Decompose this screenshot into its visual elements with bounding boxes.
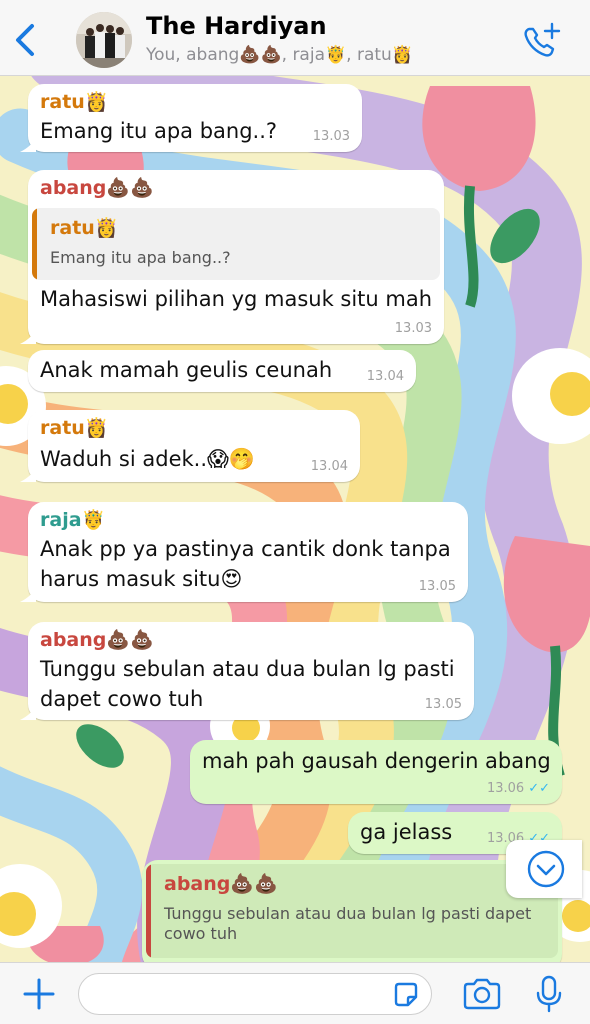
group-avatar[interactable]	[76, 12, 132, 68]
quoted-sender: ratu👸	[50, 217, 119, 239]
message-bubble[interactable]: Anak mamah geulis ceunah 13.04	[28, 350, 416, 392]
message-time: 13.04	[310, 459, 348, 474]
plus-icon[interactable]	[22, 977, 56, 1011]
message-sender[interactable]: raja🤴	[40, 508, 105, 531]
message-text: Tunggu sebulan atau dua bulan lg pasti	[40, 657, 455, 681]
message-time: 13.06 ✓✓	[487, 781, 550, 796]
message-text: Anak pp ya pastinya cantik donk tanpa	[40, 537, 451, 561]
sticker-icon[interactable]	[392, 981, 420, 1009]
message-bubble[interactable]: ratu👸 Waduh si adek..😱🤭 13.04	[20, 410, 360, 482]
message-text: harus masuk situ😍	[40, 567, 243, 591]
message-composer	[0, 962, 590, 1024]
quoted-message[interactable]: ratu👸 Emang itu apa bang..?	[32, 208, 440, 280]
add-call-icon[interactable]	[520, 20, 562, 60]
message-bubble[interactable]: abang💩💩 Tunggu sebulan atau dua bulan lg…	[142, 860, 562, 970]
message-time: 13.05	[424, 697, 462, 712]
camera-icon[interactable]	[462, 978, 502, 1010]
message-bubble[interactable]: mah pah gausah dengerin abang 13.06 ✓✓	[190, 740, 562, 804]
message-text: mah pah gausah dengerin abang	[202, 749, 551, 773]
message-text: Waduh si adek..😱🤭	[40, 447, 256, 471]
message-input[interactable]	[78, 973, 432, 1015]
message-time: 13.05	[418, 579, 456, 594]
quoted-text: Tunggu sebulan atau dua bulan lg pasti d…	[164, 904, 532, 923]
message-text: ga jelass	[360, 820, 453, 844]
chat-header: The Hardiyan You, abang💩💩, raja🤴, ratu👸	[0, 0, 590, 76]
quote-bar	[32, 208, 37, 280]
quoted-text: cowo tuh	[164, 924, 238, 943]
chevron-down-circle-icon	[527, 850, 565, 888]
message-sender[interactable]: ratu👸	[40, 416, 108, 439]
quote-bar	[146, 864, 151, 958]
quoted-text: Emang itu apa bang..?	[50, 248, 231, 267]
read-ticks-icon: ✓✓	[528, 781, 550, 796]
message-text: Mahasiswi pilihan yg masuk situ mah	[40, 287, 433, 311]
message-bubble[interactable]: abang💩💩 ratu👸 Emang itu apa bang..? Maha…	[20, 170, 444, 344]
quoted-sender: abang💩💩	[164, 873, 278, 895]
message-sender[interactable]: abang💩💩	[40, 176, 154, 199]
message-bubble[interactable]: abang💩💩 Tunggu sebulan atau dua bulan lg…	[20, 622, 474, 720]
message-time-value: 13.06	[486, 781, 525, 796]
chat-participants[interactable]: You, abang💩💩, raja🤴, ratu👸	[146, 45, 413, 65]
message-sender[interactable]: abang💩💩	[40, 628, 154, 651]
message-time: 13.03	[312, 129, 350, 144]
microphone-icon[interactable]	[534, 975, 564, 1013]
chat-title[interactable]: The Hardiyan	[146, 12, 327, 40]
scroll-to-bottom-button[interactable]	[506, 840, 582, 898]
message-time: 13.04	[366, 369, 404, 384]
message-bubble[interactable]: ratu👸 Emang itu apa bang..? 13.03	[20, 84, 362, 152]
message-text: Anak mamah geulis ceunah	[40, 358, 333, 382]
message-sender[interactable]: ratu👸	[40, 90, 108, 113]
message-time: 13.03	[394, 321, 432, 336]
chevron-left-icon[interactable]	[10, 20, 40, 60]
message-text: dapet cowo tuh	[40, 687, 204, 711]
message-text: Emang itu apa bang..?	[40, 119, 278, 143]
quoted-message[interactable]: abang💩💩 Tunggu sebulan atau dua bulan lg…	[146, 864, 558, 958]
message-bubble[interactable]: raja🤴 Anak pp ya pastinya cantik donk ta…	[20, 502, 468, 602]
